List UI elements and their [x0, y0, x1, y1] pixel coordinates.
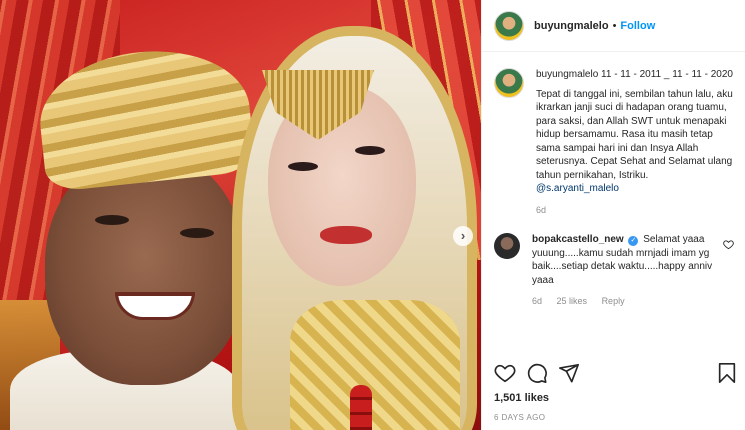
post-header: buyungmalelo • Follow: [482, 0, 745, 52]
bride-dress: [290, 300, 460, 430]
post-photo[interactable]: ›: [0, 0, 481, 430]
carousel-next-icon[interactable]: ›: [453, 226, 473, 246]
bookmark-icon[interactable]: [716, 362, 738, 384]
comment-item: bopakcastello_new ✓ Selamat yaaa yuuung.…: [494, 233, 734, 309]
share-icon[interactable]: [558, 362, 580, 384]
caption: buyungmalelo 11 - 11 - 2011 _ 11 - 11 - …: [494, 68, 734, 217]
caption-username[interactable]: buyungmalelo: [536, 69, 598, 80]
bride-eye-left: [288, 162, 318, 171]
post-timestamp[interactable]: 6 DAYS AGO: [494, 413, 545, 422]
heart-icon[interactable]: [494, 362, 516, 384]
bride-lips: [320, 226, 372, 244]
commenter-username[interactable]: bopakcastello_new: [532, 234, 624, 245]
author-username[interactable]: buyungmalelo: [534, 20, 609, 32]
bride-eye-right: [355, 146, 385, 155]
caption-mention[interactable]: @s.aryanti_malelo: [536, 182, 734, 196]
comment-like-icon[interactable]: [723, 239, 734, 253]
caption-avatar[interactable]: [494, 68, 524, 98]
caption-body: Tepat di tanggal ini, sembilan tahun lal…: [536, 88, 733, 181]
follow-button[interactable]: Follow: [620, 20, 655, 32]
comment-icon[interactable]: [526, 362, 548, 384]
commenter-avatar[interactable]: [494, 233, 520, 259]
comment-reply-button[interactable]: Reply: [602, 296, 625, 306]
comment-likes[interactable]: 25 likes: [557, 296, 588, 306]
verified-badge-icon: ✓: [628, 236, 639, 246]
author-avatar[interactable]: [494, 10, 524, 41]
comment-age[interactable]: 6d: [532, 296, 542, 306]
red-bead-necklace: [350, 385, 372, 430]
post-sidebar: buyungmalelo • Follow buyungmalelo 11 - …: [481, 0, 745, 430]
groom-eye-right: [180, 228, 214, 238]
action-bar: [494, 362, 736, 386]
groom-eye-left: [95, 215, 129, 225]
separator-dot: •: [612, 19, 617, 32]
comments-section[interactable]: buyungmalelo 11 - 11 - 2011 _ 11 - 11 - …: [482, 53, 745, 358]
caption-dates: 11 - 11 - 2011 _ 11 - 11 - 2020: [598, 69, 733, 80]
caption-age[interactable]: 6d: [536, 205, 546, 215]
likes-count[interactable]: 1,501 likes: [494, 392, 549, 404]
